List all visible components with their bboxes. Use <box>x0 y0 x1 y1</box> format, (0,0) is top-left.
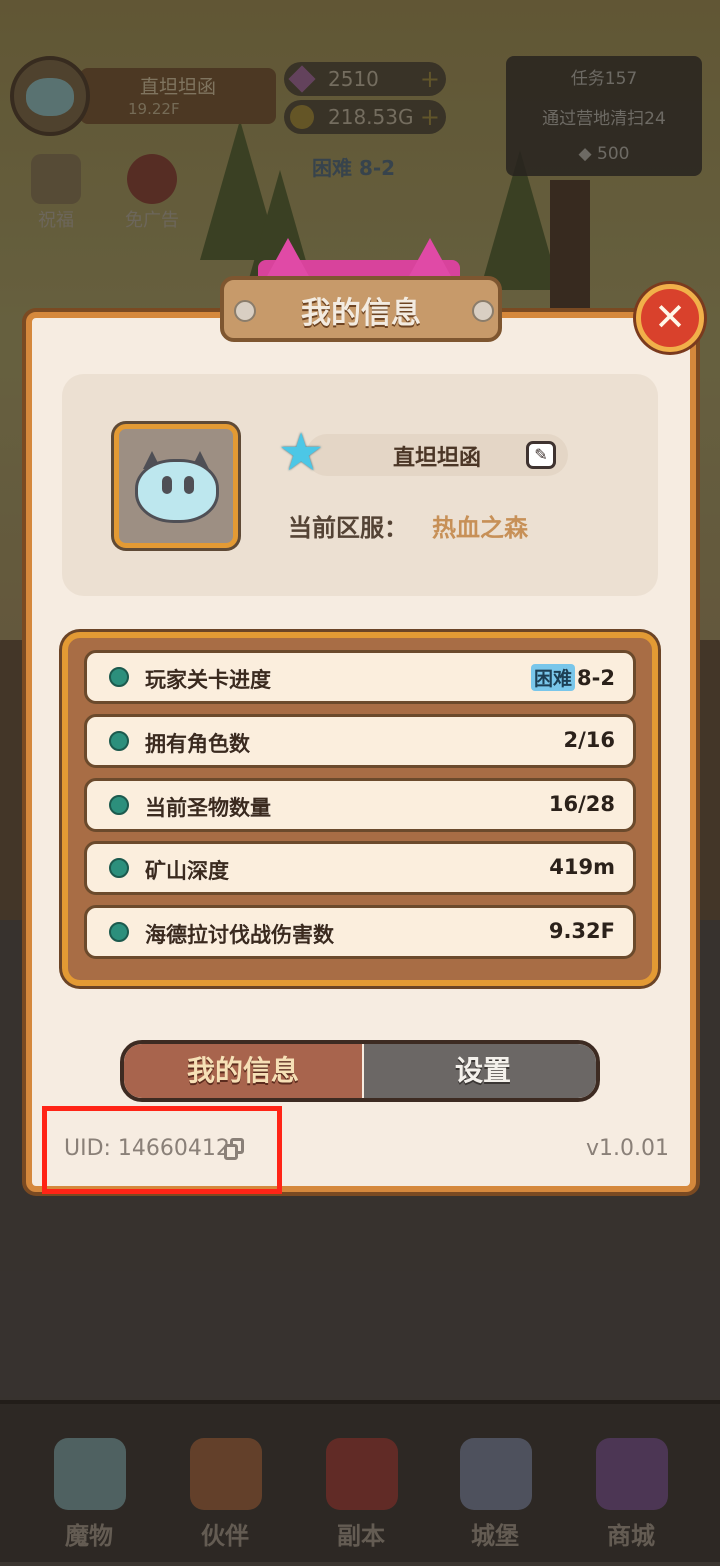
stat-value-text: 8-2 <box>577 666 615 690</box>
bullet-dot-icon <box>109 795 129 815</box>
server-value: 热血之森 <box>432 514 528 542</box>
dialog-title: 我的信息 <box>301 296 421 331</box>
ear-left <box>266 238 310 278</box>
stat-row-stage-progress: 玩家关卡进度 困难 8-2 <box>84 650 636 704</box>
stat-row-mine-depth: 矿山深度 419m <box>84 841 636 895</box>
server-label: 当前区服： <box>288 514 408 542</box>
monster-icon <box>135 459 219 523</box>
stat-value: 2/16 <box>563 728 615 752</box>
eye <box>162 476 172 494</box>
stat-row-characters: 拥有角色数 2/16 <box>84 714 636 768</box>
bullet-dot-icon <box>109 731 129 751</box>
stat-label: 海德拉讨伐战伤害数 <box>145 923 334 947</box>
edit-name-icon[interactable]: ✎ <box>526 441 556 469</box>
ear-right <box>408 238 452 278</box>
stat-label: 矿山深度 <box>145 859 229 883</box>
stat-row-hydra-damage: 海德拉讨伐战伤害数 9.32F <box>84 905 636 959</box>
star-icon: ★ <box>277 423 325 483</box>
tab-my-info[interactable]: 我的信息 <box>124 1044 362 1098</box>
stat-row-relics: 当前圣物数量 16/28 <box>84 778 636 832</box>
bullet-dot-icon <box>109 667 129 687</box>
dialog-tabs: 我的信息 设置 <box>120 1040 600 1102</box>
eye <box>184 476 194 494</box>
uid-highlight-box <box>42 1106 282 1194</box>
stat-label: 拥有角色数 <box>145 732 250 756</box>
close-button[interactable]: ✕ <box>636 284 704 352</box>
stat-value: 16/28 <box>548 792 615 816</box>
stat-label: 当前圣物数量 <box>145 796 271 820</box>
stat-value: 419m <box>549 855 615 879</box>
stat-value: 9.32F <box>548 919 615 943</box>
profile-avatar[interactable] <box>114 424 238 548</box>
bullet-dot-icon <box>109 922 129 942</box>
stat-value: 困难 8-2 <box>531 664 615 691</box>
version-text: v1.0.01 <box>586 1136 669 1161</box>
difficulty-badge: 困难 <box>531 664 576 691</box>
stat-label: 玩家关卡进度 <box>145 668 271 692</box>
title-plank: 我的信息 <box>220 276 502 342</box>
bullet-dot-icon <box>109 858 129 878</box>
close-icon: ✕ <box>654 295 686 339</box>
tab-settings[interactable]: 设置 <box>364 1044 596 1098</box>
